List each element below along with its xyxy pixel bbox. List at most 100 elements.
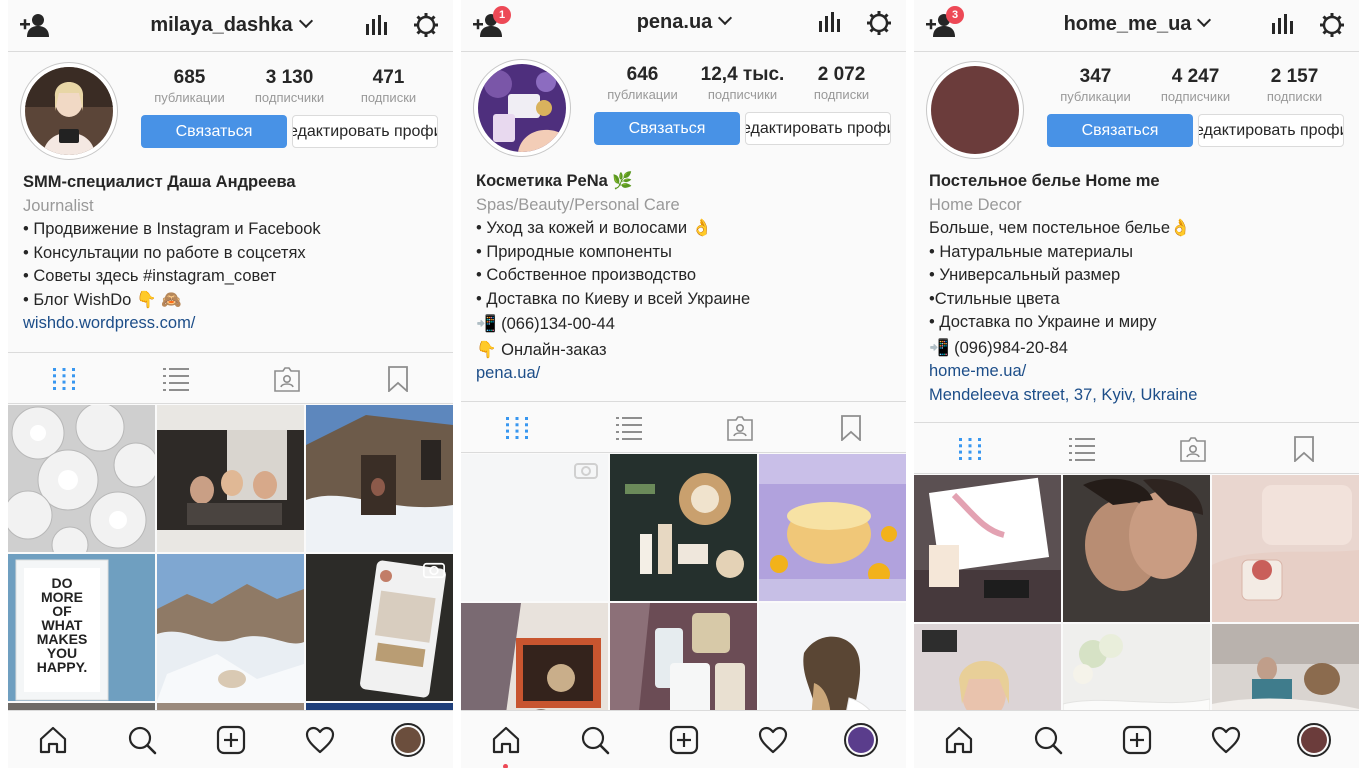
stat-posts: 685 публикации: [142, 67, 237, 105]
tagged-icon[interactable]: [1180, 436, 1206, 462]
bookmark-icon[interactable]: [385, 366, 411, 392]
profile-tab-avatar[interactable]: [1297, 723, 1331, 757]
bio-line: • Универсальный размер: [929, 266, 1121, 284]
search-icon[interactable]: [127, 725, 157, 755]
stats-icon[interactable]: [1271, 13, 1293, 35]
grid-icon[interactable]: [504, 415, 530, 441]
home-icon[interactable]: [491, 725, 521, 755]
profile-name: Косметика PeNa 🌿: [476, 172, 633, 190]
stat-following[interactable]: 471 подписки: [341, 67, 436, 105]
bio-line: • Доставка по Киеву и всей Украине: [476, 289, 751, 308]
heart-icon[interactable]: [1211, 725, 1241, 755]
svg-text:HAPPY.: HAPPY.: [37, 659, 88, 675]
chevron-down-icon: [1197, 12, 1212, 28]
grid-icon[interactable]: [51, 366, 77, 392]
post-thumbnail[interactable]: [1063, 475, 1210, 622]
post-thumbnail[interactable]: [306, 554, 453, 701]
profile-website-link[interactable]: pena.ua/: [476, 362, 898, 386]
bio-line: • Блог WishDo 👇 🙈: [23, 290, 182, 309]
grid-icon[interactable]: [957, 436, 983, 462]
contact-button[interactable]: Связаться: [141, 115, 287, 148]
stat-posts: 347 публикации: [1048, 66, 1143, 104]
profile-avatar[interactable]: [473, 59, 571, 157]
stat-number: 471: [372, 67, 405, 88]
post-thumbnail[interactable]: [759, 454, 906, 601]
profile-name: Постельное белье Home me: [929, 172, 1160, 190]
profile-screen-home-me-ua: 3 home_me_ua 347 публикации 4 247 подпис…: [914, 0, 1359, 768]
list-icon[interactable]: [163, 366, 189, 392]
edit-profile-button[interactable]: Редактировать профиль: [1198, 114, 1344, 147]
profile-category: Spas/Beauty/Personal Care: [476, 195, 680, 214]
add-post-icon[interactable]: [1122, 725, 1152, 755]
profile-website-link[interactable]: wishdo.wordpress.com/: [23, 312, 445, 336]
contact-button[interactable]: Связаться: [1047, 114, 1193, 147]
stat-number: 347: [1079, 66, 1112, 87]
bio-line: • Советы здесь #instagram_совет: [23, 267, 277, 285]
stat-posts: 646 публикации: [595, 64, 690, 102]
tagged-icon[interactable]: [274, 366, 300, 392]
bookmark-icon[interactable]: [1291, 436, 1317, 462]
tagged-icon[interactable]: [727, 415, 753, 441]
stat-followers[interactable]: 3 130 подписчики: [242, 67, 337, 105]
gear-icon[interactable]: [866, 10, 892, 36]
bottom-nav: [914, 710, 1359, 768]
stats-icon[interactable]: [365, 14, 387, 36]
post-thumbnail[interactable]: [157, 554, 304, 701]
home-icon[interactable]: [944, 725, 974, 755]
stat-number: 2 072: [817, 64, 866, 85]
chevron-down-icon: [718, 10, 733, 26]
post-thumbnail[interactable]: [306, 405, 453, 552]
list-icon[interactable]: [1069, 436, 1095, 462]
bio-line: • Собственное производство: [476, 266, 697, 284]
stat-followers[interactable]: 4 247 подписчики: [1148, 66, 1243, 104]
top-bar: 3 home_me_ua: [914, 0, 1359, 52]
gear-icon[interactable]: [413, 12, 439, 38]
heart-icon[interactable]: [305, 725, 335, 755]
heart-icon[interactable]: [758, 725, 788, 755]
stat-label: публикации: [607, 87, 678, 102]
profile-category: Journalist: [23, 196, 94, 215]
gear-icon[interactable]: [1319, 12, 1345, 38]
edit-profile-button[interactable]: Редактировать профиль: [745, 112, 891, 145]
post-thumbnail[interactable]: [610, 454, 757, 601]
stat-followers[interactable]: 12,4 тыс. подписчики: [695, 64, 790, 102]
add-post-icon[interactable]: [669, 725, 699, 755]
avatar-photo: [931, 66, 1019, 154]
post-thumbnail[interactable]: [157, 405, 304, 552]
post-thumbnail[interactable]: [8, 405, 155, 552]
bio-line: Больше, чем постельное белье👌: [929, 219, 1191, 237]
profile-screen-milaya-dashka: milaya_dashka 685 публикации 3 130 подпи…: [8, 0, 453, 768]
edit-profile-button[interactable]: Редактировать профиль: [292, 115, 438, 148]
add-post-icon[interactable]: [216, 725, 246, 755]
stat-following[interactable]: 2 157 подписки: [1247, 66, 1342, 104]
stat-label: подписчики: [707, 87, 778, 102]
bio-line: • Консультации по работе в соцсетях: [23, 243, 306, 262]
home-icon[interactable]: [38, 725, 68, 755]
list-icon[interactable]: [616, 415, 642, 441]
post-thumbnail[interactable]: [1212, 475, 1359, 622]
post-thumbnail[interactable]: [914, 475, 1061, 622]
profile-website-link[interactable]: home-me.ua/: [929, 360, 1351, 384]
contact-button[interactable]: Связаться: [594, 112, 740, 145]
profile-avatar[interactable]: [926, 61, 1024, 159]
post-thumbnail[interactable]: DO MORE OF WHAT MAKES YOU HAPPY.: [8, 554, 155, 701]
bio-line: •Стильные цвета: [929, 289, 1060, 308]
stats-icon[interactable]: [818, 11, 840, 33]
profile-avatar[interactable]: [20, 62, 118, 160]
post-thumbnail[interactable]: [461, 454, 608, 601]
profile-name: SMM-специалист Даша Андреева: [23, 173, 296, 191]
bookmark-icon[interactable]: [838, 415, 864, 441]
profile-tabs: [8, 352, 453, 404]
activity-dot: [503, 764, 508, 768]
profile-tab-avatar[interactable]: [844, 723, 878, 757]
profile-address-link[interactable]: Mendeleeva street, 37, Kyiv, Ukraine: [929, 384, 1351, 408]
bio-line: 👇 Онлайн-заказ: [476, 340, 607, 359]
stat-following[interactable]: 2 072 подписки: [794, 64, 889, 102]
top-bar: milaya_dashka: [8, 0, 453, 52]
search-icon[interactable]: [1033, 725, 1063, 755]
search-icon[interactable]: [580, 725, 610, 755]
profile-tab-avatar[interactable]: [391, 723, 425, 757]
bio-line: • Натуральные материалы: [929, 242, 1133, 261]
profile-tabs: [461, 401, 906, 453]
stat-number: 685: [173, 67, 206, 88]
